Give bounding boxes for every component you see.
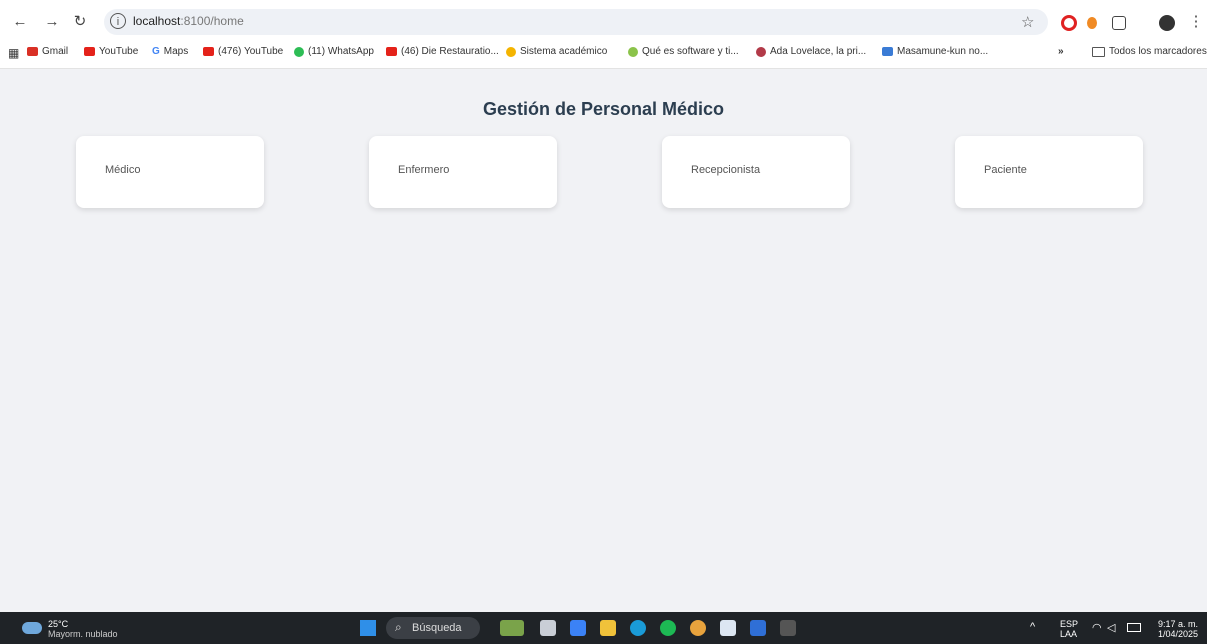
card-label: Enfermero [398, 164, 450, 176]
card-label: Paciente [984, 164, 1027, 176]
bookmark-gmail[interactable]: Gmail [27, 46, 68, 57]
weather-desc: Mayorm. nublado [48, 629, 118, 639]
extensions-puzzle-icon[interactable] [1112, 16, 1126, 30]
bookmark-star-icon[interactable]: ☆ [1021, 13, 1034, 31]
youtube-icon [84, 47, 95, 56]
address-bar[interactable]: i localhost:8100/home [104, 9, 1048, 35]
taskbar-search[interactable]: ⌕ Búsqueda [386, 617, 480, 639]
bookmark-ada-lovelace[interactable]: Ada Lovelace, la pri... [756, 46, 866, 57]
taskbar: 25°C Mayorm. nublado ⌕ Búsqueda ^ ESP LAA… [0, 612, 1207, 644]
chevron-up-icon[interactable]: ^ [1030, 621, 1035, 633]
opera-icon[interactable] [1061, 15, 1077, 31]
bookmark-maps[interactable]: G Maps [152, 46, 188, 57]
more-bookmarks-button[interactable]: » [1058, 46, 1064, 57]
bookmark-sistema-academico[interactable]: Sistema académico [506, 46, 607, 57]
bookmark-youtube-46[interactable]: (46) Die Restauratio... [386, 46, 499, 57]
card-medico[interactable]: Médico [76, 136, 264, 208]
apps-grid-icon[interactable]: ▦ [8, 46, 19, 60]
maps-icon: G [152, 46, 160, 57]
sistema-icon [506, 46, 516, 57]
language-top[interactable]: ESP [1060, 619, 1078, 629]
all-bookmarks-button[interactable]: Todos los marcadores [1092, 46, 1207, 57]
bookmark-que-es-software[interactable]: Qué es software y ti... [628, 46, 739, 57]
bookmark-youtube[interactable]: YouTube [84, 46, 138, 57]
back-icon[interactable]: ← [10, 12, 30, 32]
search-icon: ⌕ [395, 620, 402, 634]
profile-avatar[interactable] [1159, 15, 1175, 31]
l-app-icon[interactable] [750, 620, 766, 636]
browser-chrome: ← → ↻ i localhost:8100/home ☆ ⋮ ▦ Gmail … [0, 0, 1207, 69]
site-info-icon[interactable]: i [110, 13, 126, 29]
edge-icon[interactable] [630, 620, 646, 636]
battery-icon[interactable] [1127, 623, 1141, 632]
clock-date[interactable]: 1/04/2025 [1150, 629, 1198, 639]
software-icon [628, 46, 638, 57]
bookmark-masamune[interactable]: Masamune-kun no... [882, 46, 988, 57]
windows-start-icon[interactable] [360, 620, 376, 636]
copilot-icon[interactable] [570, 620, 586, 636]
card-enfermero[interactable]: Enfermero [369, 136, 557, 208]
masamune-icon [882, 47, 893, 56]
file-explorer-icon[interactable] [600, 620, 616, 636]
ada-icon [756, 46, 766, 57]
whatsapp-icon [294, 46, 304, 57]
menu-kebab-icon[interactable]: ⋮ [1186, 12, 1206, 32]
widget-icon[interactable] [500, 620, 524, 636]
reload-icon[interactable]: ↻ [70, 12, 90, 32]
bookmarks-bar: ▦ Gmail YouTube G Maps (476) YouTube (11)… [0, 42, 1207, 64]
task-view-icon[interactable] [540, 620, 556, 636]
weather-icon[interactable] [22, 622, 42, 634]
address-row: ← → ↻ i localhost:8100/home ☆ ⋮ [0, 6, 1207, 38]
bookmark-youtube-476[interactable]: (476) YouTube [203, 46, 283, 57]
gmail-icon [27, 47, 38, 56]
epic-games-icon[interactable] [780, 620, 796, 636]
youtube-icon [386, 47, 397, 56]
folder-icon [1092, 46, 1105, 57]
language-bottom[interactable]: LAA [1060, 629, 1077, 639]
bookmark-whatsapp[interactable]: (11) WhatsApp [294, 46, 374, 57]
url-text: localhost:8100/home [133, 14, 244, 28]
card-recepcionista[interactable]: Recepcionista [662, 136, 850, 208]
page-title: Gestión de Personal Médico [482, 99, 725, 119]
store-icon[interactable] [720, 620, 736, 636]
extension-fire-icon[interactable] [1087, 17, 1097, 29]
card-paciente[interactable]: Paciente [955, 136, 1143, 208]
spotify-icon[interactable] [660, 620, 676, 636]
card-label: Médico [105, 164, 141, 176]
youtube-icon [203, 47, 214, 56]
chrome-icon[interactable] [690, 620, 706, 636]
weather-temp: 25°C [48, 619, 69, 629]
clock-time[interactable]: 9:17 a. m. [1150, 619, 1198, 629]
forward-icon[interactable]: → [42, 12, 62, 32]
volume-icon[interactable]: ◁ [1107, 621, 1115, 634]
card-label: Recepcionista [691, 164, 761, 176]
wifi-icon[interactable]: ◠ [1092, 621, 1102, 634]
